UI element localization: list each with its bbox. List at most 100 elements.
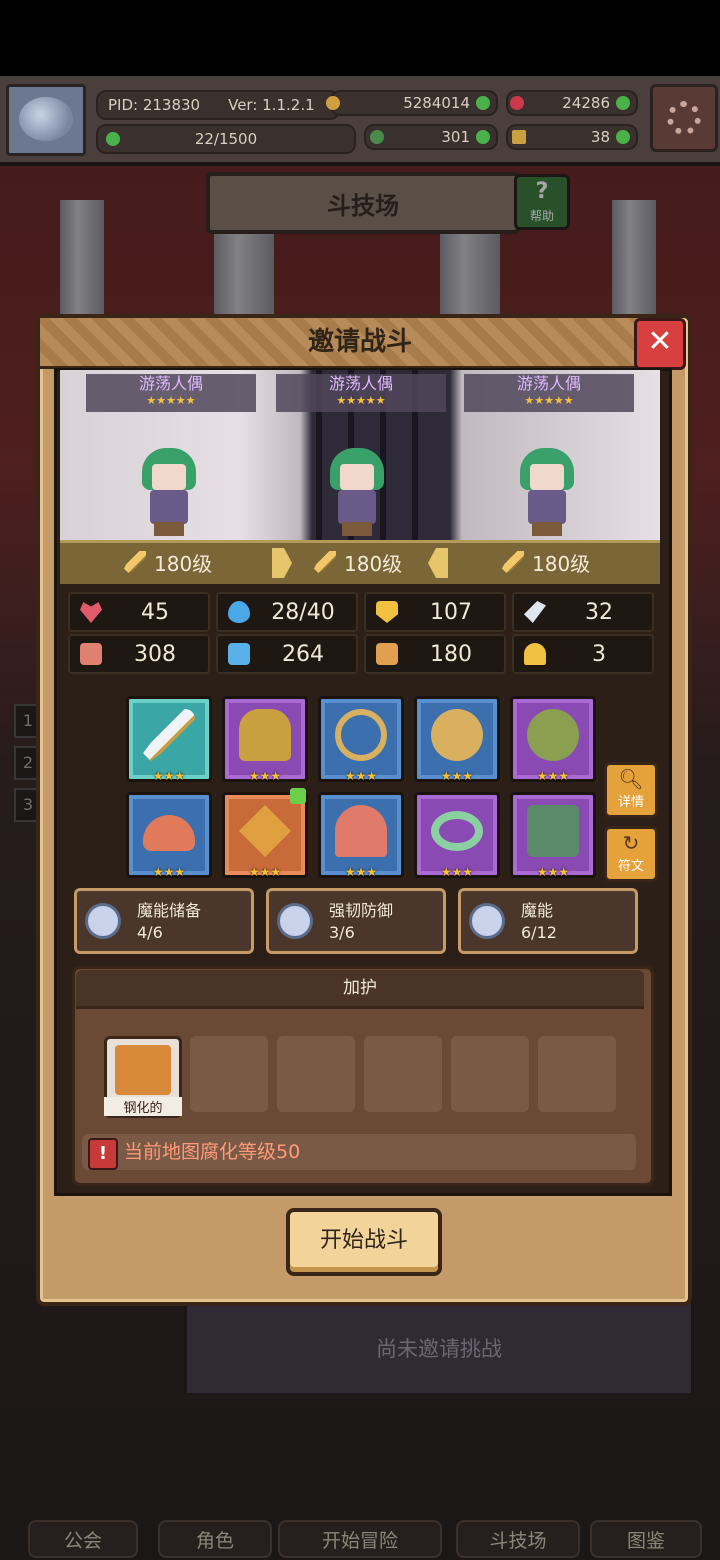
clover-value: 301 bbox=[441, 128, 470, 146]
equip-slot-mushroom[interactable]: ★★★ bbox=[318, 792, 404, 879]
character-name: 游荡人偶 bbox=[138, 374, 203, 393]
mushroom-icon bbox=[335, 805, 387, 857]
equip-stars: ★★★ bbox=[344, 865, 378, 879]
gem-value: 24286 bbox=[562, 94, 610, 112]
legs bbox=[532, 522, 562, 536]
character-level[interactable]: 180级 bbox=[124, 546, 212, 578]
goblin-mask-icon bbox=[527, 709, 579, 761]
pid-label: PID: 213830 bbox=[108, 96, 201, 114]
stat-mana: 28/40 bbox=[216, 592, 358, 632]
character-level[interactable]: 180级 bbox=[314, 546, 402, 578]
character-stars: ★★★★★ bbox=[524, 394, 574, 407]
trait-gem-icon bbox=[85, 903, 121, 939]
gold-coin-icon bbox=[326, 96, 340, 110]
sword-icon bbox=[502, 551, 524, 573]
detail-label: 详情 bbox=[617, 795, 644, 810]
equip-slot-mask[interactable]: ★★★ bbox=[510, 696, 596, 783]
character-name: 游荡人偶 bbox=[328, 374, 393, 393]
stamina-value: 22/1500 bbox=[194, 130, 258, 148]
stat-resist: 180 bbox=[364, 634, 506, 674]
stat-value: 3 bbox=[592, 641, 606, 667]
warning-text: 当前地图腐化等级50 bbox=[124, 1141, 301, 1163]
trait-gem-icon bbox=[469, 903, 505, 939]
stat-health: 45 bbox=[68, 592, 210, 632]
sword-icon bbox=[143, 709, 195, 761]
stat-value: 28/40 bbox=[271, 599, 335, 625]
helmet-icon bbox=[239, 709, 291, 761]
equip-slot-coin[interactable]: ★★★ bbox=[414, 696, 500, 783]
level-value: 180级 bbox=[532, 551, 591, 576]
trait-name: 魔能储备 bbox=[137, 901, 202, 920]
equip-slot-sword[interactable]: ★★★ bbox=[126, 696, 212, 783]
character-nameplate: 游荡人偶 ★★★★★ bbox=[86, 374, 256, 412]
add-clover-icon[interactable] bbox=[476, 130, 490, 144]
book-icon bbox=[228, 643, 250, 665]
level-value: 180级 bbox=[344, 551, 403, 576]
player-avatar[interactable] bbox=[6, 84, 86, 156]
gold-counter: 5284014 bbox=[326, 90, 498, 116]
add-key-icon[interactable] bbox=[616, 130, 630, 144]
blessing-slot-empty[interactable] bbox=[364, 1036, 442, 1112]
boots-icon bbox=[527, 805, 579, 857]
character-stars: ★★★★★ bbox=[146, 394, 196, 407]
trait-mana-reserve[interactable]: 魔能储备 4/6 bbox=[74, 888, 254, 954]
bread-icon bbox=[143, 815, 195, 851]
character-stars: ★★★★★ bbox=[336, 394, 386, 407]
stat-speed: 32 bbox=[512, 592, 654, 632]
equip-slot-necklace[interactable]: ★★★ bbox=[318, 696, 404, 783]
avatar-image bbox=[19, 97, 73, 141]
necklace-icon bbox=[335, 709, 387, 761]
clover-counter: 301 bbox=[364, 124, 498, 150]
blessing-slot-empty[interactable] bbox=[538, 1036, 616, 1112]
mana-drop-icon bbox=[228, 601, 250, 623]
stat-value: 107 bbox=[430, 599, 472, 625]
wing-icon bbox=[524, 601, 546, 623]
close-button[interactable]: ✕ bbox=[634, 318, 686, 370]
stat-defense: 107 bbox=[364, 592, 506, 632]
character-sprite[interactable] bbox=[512, 448, 582, 536]
trait-name: 强韧防御 bbox=[329, 901, 394, 920]
equip-stars: ★★★ bbox=[152, 865, 186, 879]
rune-button[interactable]: ↻ 符文 bbox=[604, 826, 658, 882]
trait-mana[interactable]: 魔能 6/12 bbox=[458, 888, 638, 954]
level-value: 180级 bbox=[154, 551, 213, 576]
gold-value: 5284014 bbox=[403, 94, 470, 112]
character-level[interactable]: 180级 bbox=[502, 546, 590, 578]
stamina-icon bbox=[106, 132, 120, 146]
ruby-icon bbox=[510, 96, 524, 110]
settings-button[interactable] bbox=[650, 84, 718, 152]
equip-stars: ★★★ bbox=[152, 769, 186, 783]
version-label: Ver: 1.1.2.1 bbox=[228, 96, 315, 114]
equip-stars: ★★★ bbox=[344, 769, 378, 783]
equip-stars: ★★★ bbox=[248, 865, 282, 879]
equip-slot-boots[interactable]: ★★★ bbox=[510, 792, 596, 879]
face bbox=[530, 464, 564, 490]
upgrade-arrow-icon bbox=[290, 788, 306, 804]
detail-button[interactable]: 🔍︎ 详情 bbox=[604, 762, 658, 818]
gear-icon bbox=[667, 101, 701, 135]
coin-shield-icon bbox=[431, 709, 483, 761]
start-battle-button[interactable]: 开始战斗 bbox=[286, 1208, 442, 1276]
equip-slot-helmet[interactable]: ★★★ bbox=[222, 696, 308, 783]
gem-counter: 24286 bbox=[506, 90, 638, 116]
equip-slot-crossed-swords[interactable]: ★★★ bbox=[222, 792, 308, 879]
blessing-slot-empty[interactable] bbox=[451, 1036, 529, 1112]
add-gold-icon[interactable] bbox=[476, 96, 490, 110]
heart-icon bbox=[80, 602, 102, 623]
trait-tough-defense[interactable]: 强韧防御 3/6 bbox=[266, 888, 446, 954]
close-icon: ✕ bbox=[647, 324, 673, 359]
stamina-bar: 22/1500 bbox=[96, 124, 356, 154]
stat-value: 264 bbox=[282, 641, 324, 667]
warning-icon: ! bbox=[88, 1138, 118, 1170]
fist-icon bbox=[80, 643, 102, 665]
equip-slot-bread[interactable]: ★★★ bbox=[126, 792, 212, 879]
blessing-slot-empty[interactable] bbox=[190, 1036, 268, 1112]
character-sprite[interactable] bbox=[134, 448, 204, 536]
blessing-slot-empty[interactable] bbox=[277, 1036, 355, 1112]
pid-version-row: PID: 213830 Ver: 1.1.2.1 bbox=[96, 90, 340, 120]
face bbox=[340, 464, 374, 490]
add-gem-icon[interactable] bbox=[616, 96, 630, 110]
status-bar bbox=[0, 0, 720, 76]
character-sprite[interactable] bbox=[322, 448, 392, 536]
equip-slot-ring[interactable]: ★★★ bbox=[414, 792, 500, 879]
